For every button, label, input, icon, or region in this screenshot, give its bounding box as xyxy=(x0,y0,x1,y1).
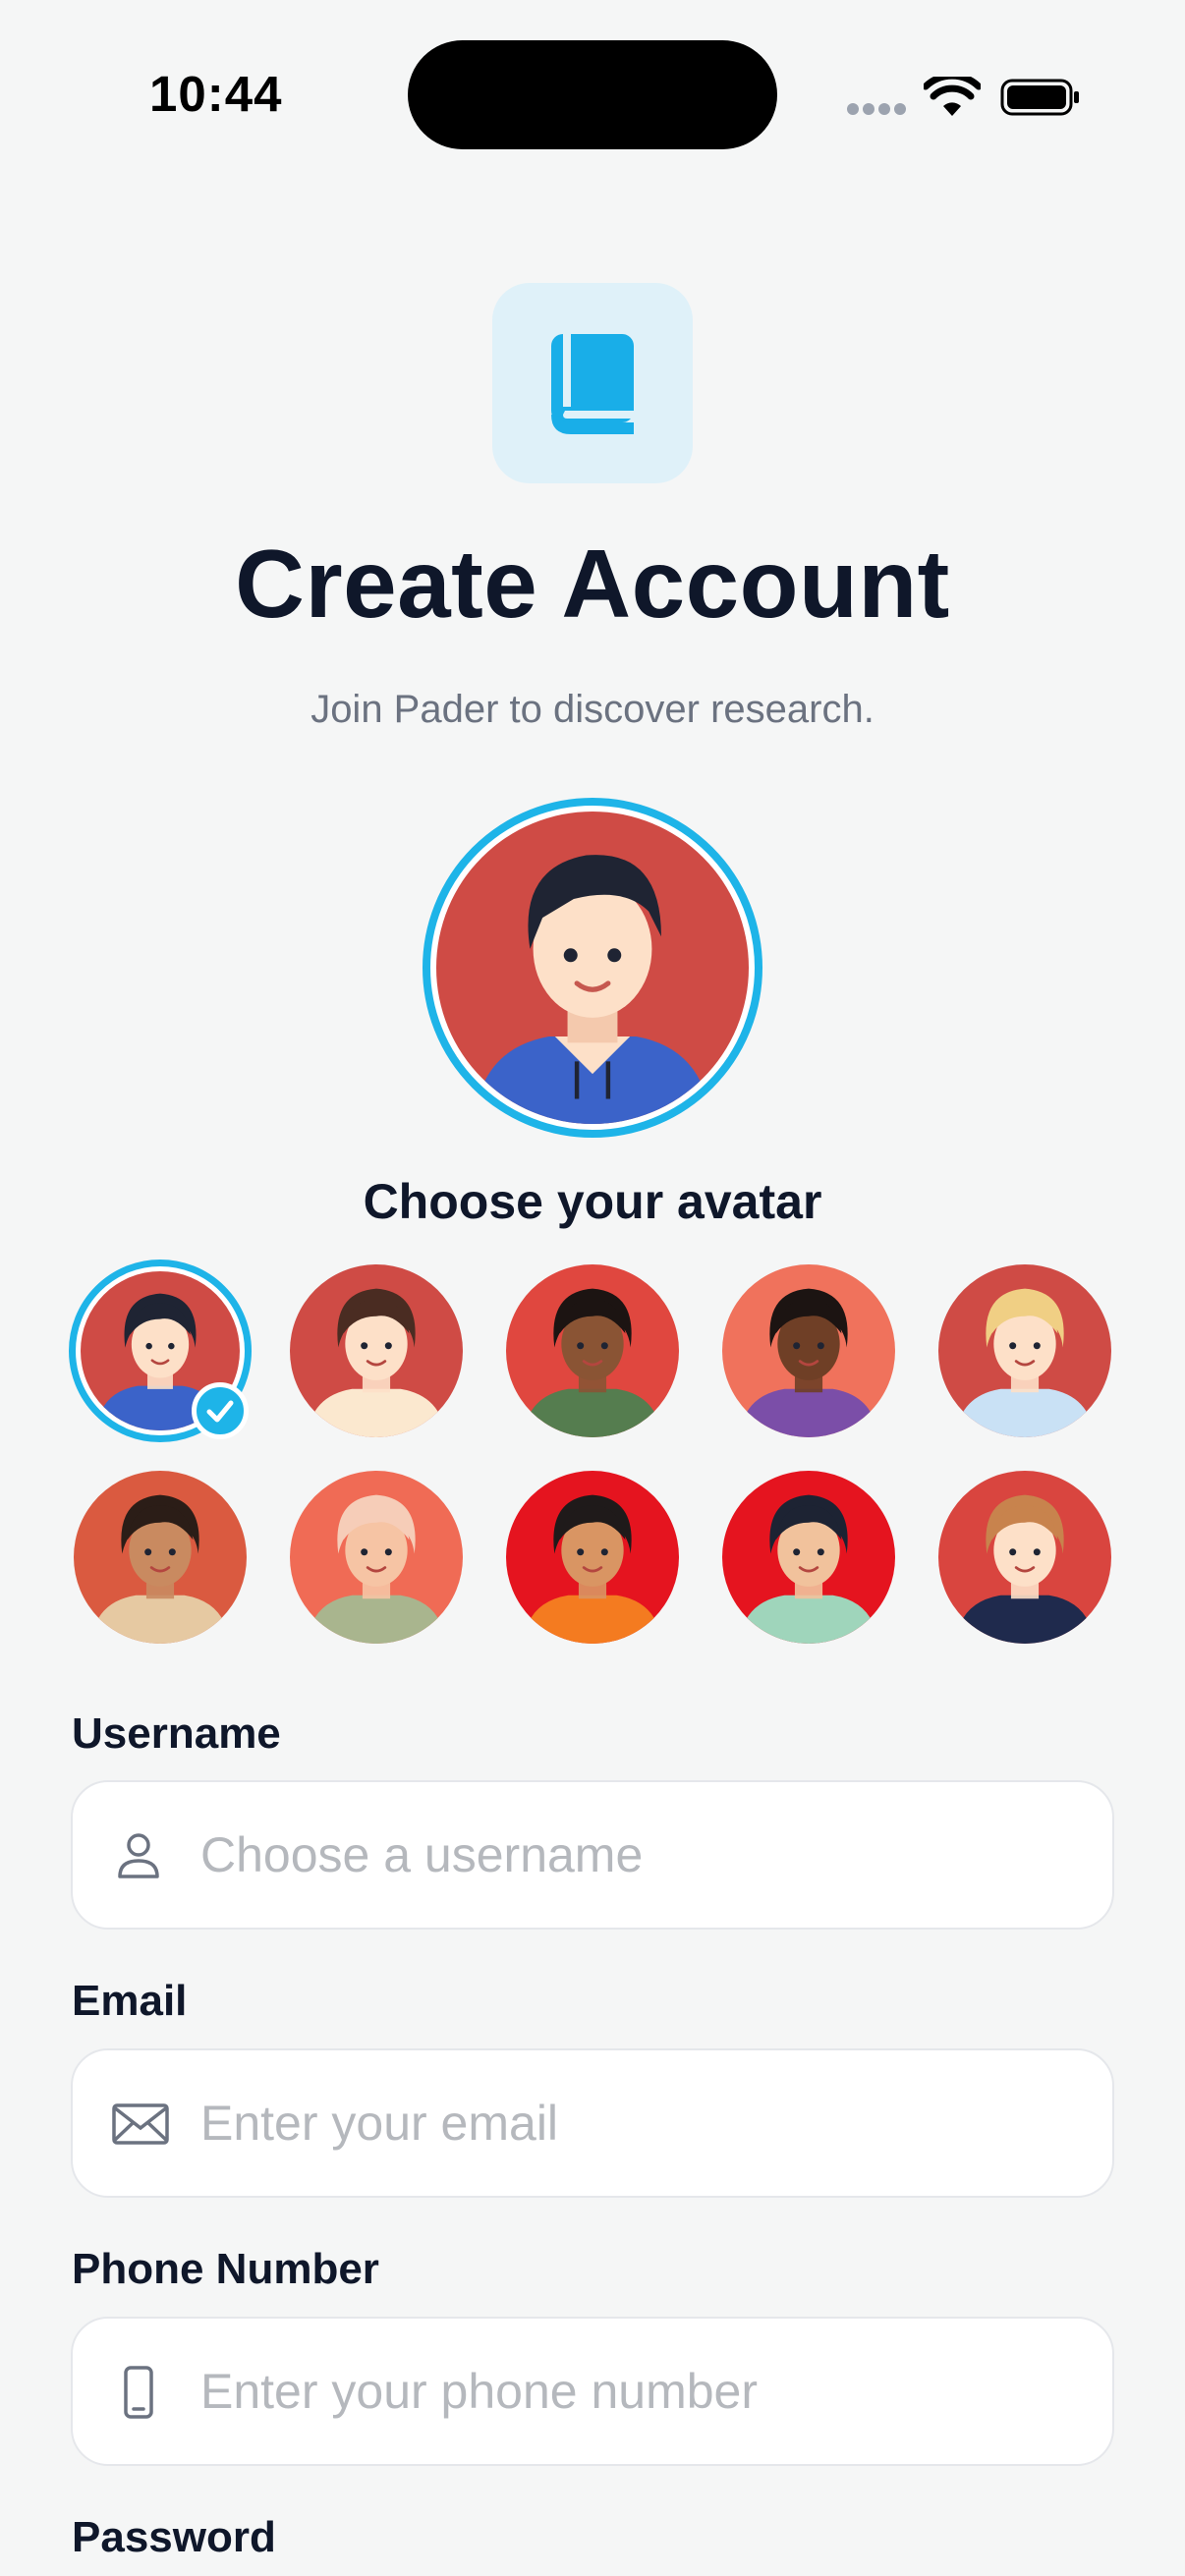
app-logo xyxy=(492,283,693,483)
avatar-option[interactable] xyxy=(74,1471,247,1644)
book-icon xyxy=(551,334,634,434)
email-placeholder: Enter your email xyxy=(200,2096,559,2151)
avatar-image xyxy=(74,1471,247,1644)
envelope-icon xyxy=(112,2103,169,2145)
cellular-signal-icon xyxy=(847,103,906,115)
avatar-option[interactable] xyxy=(722,1471,895,1644)
avatar-image xyxy=(436,812,749,1124)
phone-icon xyxy=(124,2366,153,2419)
avatar-image xyxy=(938,1471,1111,1644)
username-input[interactable]: Choose a username xyxy=(71,1780,1114,1930)
page-subtitle: Join Pader to discover research. xyxy=(310,688,875,731)
avatar-image xyxy=(722,1264,895,1437)
avatar-picker-label: Choose your avatar xyxy=(363,1174,822,1229)
status-time: 10:44 xyxy=(149,66,283,122)
wifi-icon xyxy=(924,77,981,116)
avatar-image xyxy=(506,1471,679,1644)
signup-screen: 10:44 Create Account Join Pader to disco… xyxy=(0,0,1185,2576)
avatar-option[interactable] xyxy=(290,1471,463,1644)
page-title: Create Account xyxy=(235,530,950,638)
email-label: Email xyxy=(72,1977,188,2025)
selected-avatar-preview xyxy=(423,798,762,1138)
avatar-option[interactable] xyxy=(69,1260,252,1442)
avatar-option[interactable] xyxy=(506,1264,679,1437)
phone-label: Phone Number xyxy=(72,2245,379,2293)
avatar-image xyxy=(506,1264,679,1437)
avatar-image xyxy=(290,1471,463,1644)
phone-input[interactable]: Enter your phone number xyxy=(71,2317,1114,2466)
email-input[interactable]: Enter your email xyxy=(71,2048,1114,2198)
battery-icon xyxy=(1000,79,1079,116)
username-placeholder: Choose a username xyxy=(200,1827,644,1882)
dynamic-island xyxy=(408,40,777,149)
avatar-option[interactable] xyxy=(938,1471,1111,1644)
avatar-image xyxy=(290,1264,463,1437)
password-label: Password xyxy=(72,2513,276,2561)
avatar-option[interactable] xyxy=(290,1264,463,1437)
avatar-image xyxy=(938,1264,1111,1437)
username-label: Username xyxy=(72,1709,281,1758)
avatar-option[interactable] xyxy=(722,1264,895,1437)
checkmark-icon xyxy=(192,1382,249,1439)
avatar-option[interactable] xyxy=(506,1471,679,1644)
phone-placeholder: Enter your phone number xyxy=(200,2364,759,2419)
person-icon xyxy=(118,1833,159,1878)
avatar-image xyxy=(722,1471,895,1644)
avatar-option[interactable] xyxy=(938,1264,1111,1437)
